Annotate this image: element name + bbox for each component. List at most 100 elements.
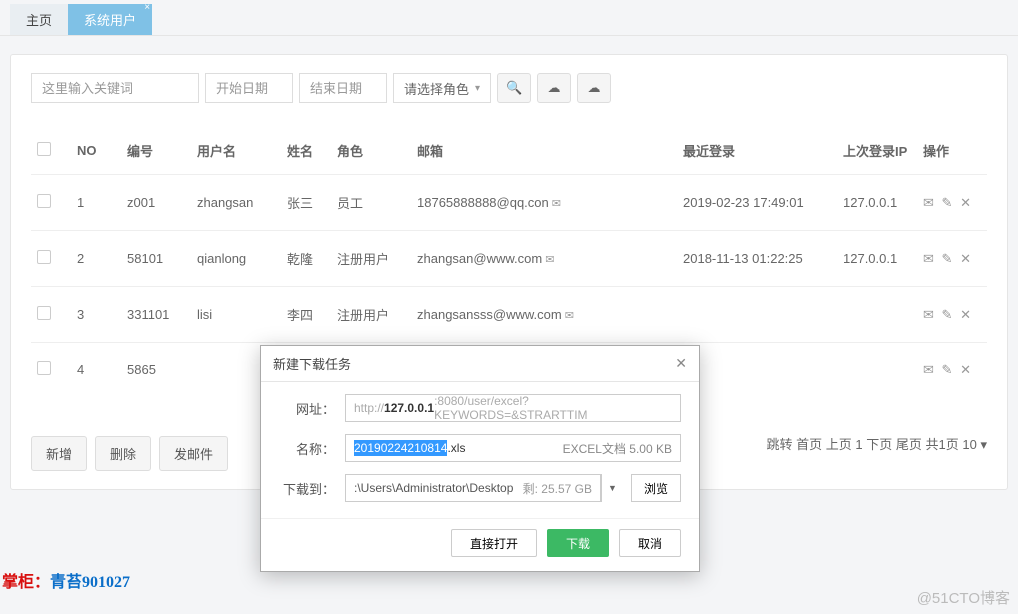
col-lastip: 上次登录IP (837, 127, 917, 175)
cell-no: 1 (71, 175, 121, 231)
cell-code: 5865 (121, 343, 191, 397)
cell-email: zhangsan@www.com✉ (411, 231, 677, 287)
pager-jump[interactable]: 跳转 (766, 437, 792, 452)
download-button[interactable]: 下载 (547, 529, 609, 557)
cell-name: 张三 (281, 175, 331, 231)
edit-icon[interactable]: ✎ (942, 251, 955, 266)
path-dropdown[interactable]: ▼ (601, 474, 623, 502)
col-name: 姓名 (281, 127, 331, 175)
row-actions: ✉ ✎ ✕ (917, 343, 987, 397)
cell-username: lisi (191, 287, 281, 343)
name-input[interactable]: 20190224210814.xls EXCEL文档 5.00 KB (345, 434, 681, 462)
cell-lastlogin (677, 287, 837, 343)
cell-lastlogin: 2019-02-23 17:49:01 (677, 175, 837, 231)
pager-current: 1 (855, 437, 862, 452)
delete-button[interactable]: 删除 (95, 436, 151, 471)
row-actions: ✉ ✎ ✕ (917, 231, 987, 287)
row-checkbox[interactable] (37, 250, 51, 264)
tab-home[interactable]: 主页 (10, 4, 68, 35)
end-date-input[interactable] (299, 73, 387, 103)
close-icon[interactable]: ✕ (675, 355, 687, 372)
upload-button[interactable]: ☁ (577, 73, 611, 103)
mail-icon[interactable]: ✉ (923, 251, 936, 266)
url-label: 网址： (279, 399, 335, 418)
tab-bar: 主页 系统用户 (0, 0, 1018, 36)
role-select[interactable]: 请选择角色 ▾ (393, 73, 491, 103)
row-actions: ✉ ✎ ✕ (917, 175, 987, 231)
delete-icon[interactable]: ✕ (960, 195, 973, 210)
cell-code: 331101 (121, 287, 191, 343)
pager-next[interactable]: 下页 (866, 437, 892, 452)
col-no: NO (71, 127, 121, 175)
edit-icon[interactable]: ✎ (942, 362, 955, 377)
name-label: 名称： (279, 439, 335, 458)
cell-email: 18765888888@qq.con✉ (411, 175, 677, 231)
cell-username: zhangsan (191, 175, 281, 231)
cell-email: zhangsansss@www.com✉ (411, 287, 677, 343)
cancel-button[interactable]: 取消 (619, 529, 681, 557)
row-checkbox[interactable] (37, 361, 51, 375)
toolbar: 请选择角色 ▾ 🔍 ☁ ☁ (31, 73, 987, 103)
path-input[interactable]: :\Users\Administrator\Desktop 剩: 25.57 G… (345, 474, 601, 502)
chevron-down-icon: ▾ (980, 437, 987, 452)
col-code: 编号 (121, 127, 191, 175)
cell-no: 4 (71, 343, 121, 397)
mail-icon[interactable]: ✉ (923, 195, 936, 210)
cell-role: 注册用户 (331, 287, 411, 343)
row-checkbox[interactable] (37, 194, 51, 208)
browse-button[interactable]: 浏览 (631, 474, 681, 502)
cell-name: 乾隆 (281, 231, 331, 287)
col-role: 角色 (331, 127, 411, 175)
table-row: 258101qianlong乾隆注册用户zhangsan@www.com✉201… (31, 231, 987, 287)
col-lastlogin: 最近登录 (677, 127, 837, 175)
mail-icon[interactable]: ✉ (923, 307, 936, 322)
open-direct-button[interactable]: 直接打开 (451, 529, 537, 557)
delete-icon[interactable]: ✕ (960, 362, 973, 377)
keyword-input[interactable] (31, 73, 199, 103)
cell-username: qianlong (191, 231, 281, 287)
row-actions: ✉ ✎ ✕ (917, 287, 987, 343)
download-button[interactable]: ☁ (537, 73, 571, 103)
mail-icon: ✉ (545, 254, 554, 266)
add-button[interactable]: 新增 (31, 436, 87, 471)
search-icon: 🔍 (506, 80, 522, 96)
cell-role: 员工 (331, 175, 411, 231)
edit-icon[interactable]: ✎ (942, 195, 955, 210)
file-format-text: EXCEL文档 5.00 KB (563, 440, 672, 457)
bulk-actions: 新增 删除 发邮件 (31, 436, 228, 471)
url-input[interactable]: http://127.0.0.1:8080/user/excel?KEYWORD… (345, 394, 681, 422)
cell-lastlogin (677, 343, 837, 397)
sendmail-button[interactable]: 发邮件 (159, 436, 228, 471)
cell-no: 3 (71, 287, 121, 343)
mail-icon[interactable]: ✉ (923, 362, 936, 377)
start-date-input[interactable] (205, 73, 293, 103)
search-button[interactable]: 🔍 (497, 73, 531, 103)
edit-icon[interactable]: ✎ (942, 307, 955, 322)
col-ops: 操作 (917, 127, 987, 175)
download-dialog: 新建下载任务 ✕ 网址： http://127.0.0.1:8080/user/… (260, 345, 700, 572)
mail-icon: ✉ (552, 198, 561, 210)
pager-first[interactable]: 首页 (796, 437, 822, 452)
delete-icon[interactable]: ✕ (960, 307, 973, 322)
dialog-title: 新建下载任务 (273, 354, 351, 373)
row-checkbox[interactable] (37, 306, 51, 320)
delete-icon[interactable]: ✕ (960, 251, 973, 266)
pager-prev[interactable]: 上页 (826, 437, 852, 452)
table-row: 1z001zhangsan张三员工18765888888@qq.con✉2019… (31, 175, 987, 231)
cell-name: 李四 (281, 287, 331, 343)
pager-last[interactable]: 尾页 (896, 437, 922, 452)
col-username: 用户名 (191, 127, 281, 175)
col-email: 邮箱 (411, 127, 677, 175)
tab-users[interactable]: 系统用户 (68, 4, 152, 35)
pagination: 跳转 首页 上页 1 下页 尾页 共1页 10 ▾ (766, 434, 987, 453)
role-label: 请选择角色 (404, 79, 469, 98)
cell-code: z001 (121, 175, 191, 231)
watermark-blog: @51CTO博客 (917, 587, 1010, 608)
watermark-author: 掌柜：青苔901027 (2, 568, 130, 592)
pager-size[interactable]: 10 (962, 437, 976, 452)
pager-total: 共1页 (926, 437, 959, 452)
cell-lastip (837, 343, 917, 397)
cell-lastip: 127.0.0.1 (837, 231, 917, 287)
select-all-checkbox[interactable] (37, 142, 51, 156)
chevron-down-icon: ▾ (475, 83, 480, 94)
